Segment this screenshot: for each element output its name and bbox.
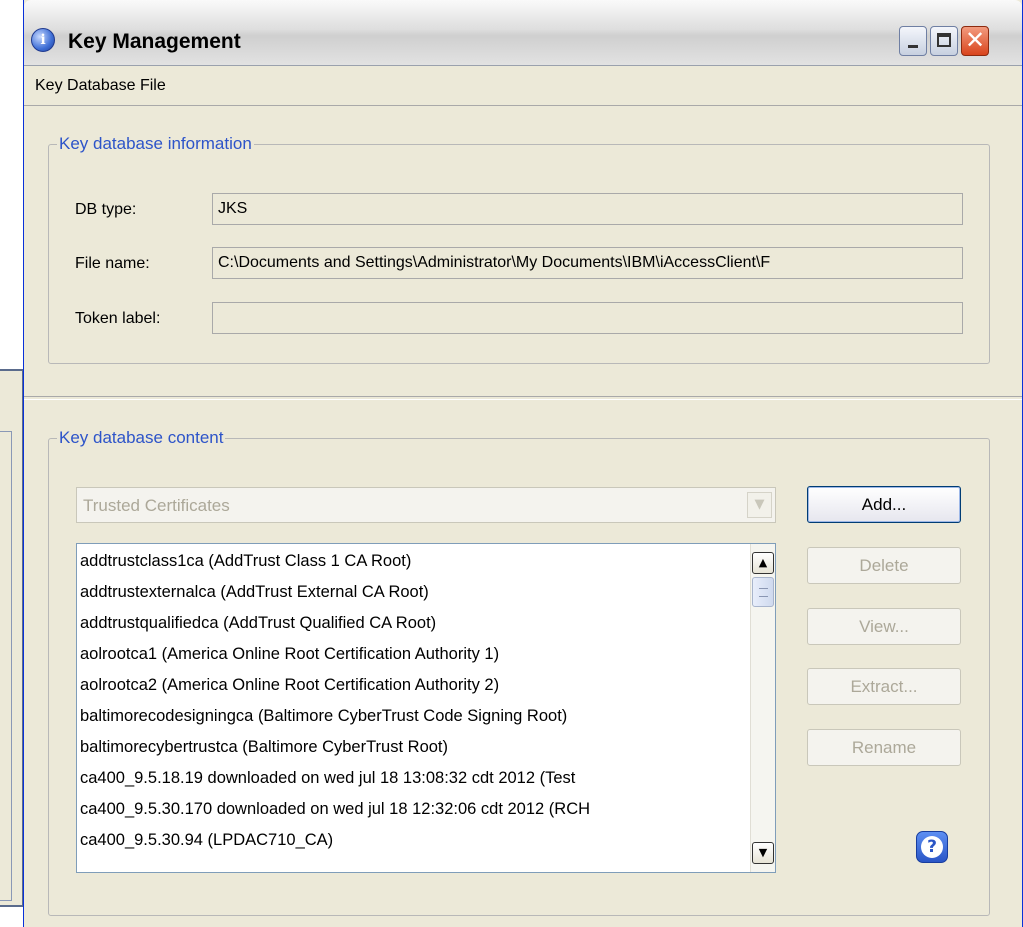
background-window-edge bbox=[0, 369, 24, 907]
rename-button[interactable]: Rename bbox=[807, 729, 961, 766]
list-item[interactable]: aolrootca2 (America Online Root Certific… bbox=[77, 670, 747, 701]
db-type-field: JKS bbox=[212, 193, 963, 225]
certificate-list-items: addtrustclass1ca (AddTrust Class 1 CA Ro… bbox=[77, 546, 747, 856]
list-item[interactable]: addtrustclass1ca (AddTrust Class 1 CA Ro… bbox=[77, 546, 747, 577]
file-name-label: File name: bbox=[75, 255, 150, 272]
select-value: Trusted Certificates bbox=[83, 496, 230, 515]
list-item[interactable]: ca400_9.5.30.170 downloaded on wed jul 1… bbox=[77, 794, 747, 825]
window-title: Key Management bbox=[68, 30, 241, 53]
close-button[interactable]: ✕ bbox=[961, 26, 989, 56]
divider bbox=[24, 396, 1022, 400]
db-type-label: DB type: bbox=[75, 201, 137, 218]
maximize-button[interactable] bbox=[930, 26, 958, 56]
key-management-window: i Key Management ✕ Key Database File Key… bbox=[23, 0, 1023, 927]
list-item[interactable]: aolrootca1 (America Online Root Certific… bbox=[77, 639, 747, 670]
scroll-up-icon[interactable]: ▲ bbox=[752, 552, 774, 574]
extract-button[interactable]: Extract... bbox=[807, 668, 961, 705]
delete-button[interactable]: Delete bbox=[807, 547, 961, 584]
minimize-button[interactable] bbox=[899, 26, 927, 56]
file-name-field: C:\Documents and Settings\Administrator\… bbox=[212, 247, 963, 279]
help-icon: ? bbox=[921, 836, 943, 858]
list-scrollbar[interactable]: ▲ ▼ bbox=[750, 544, 775, 872]
menu-bar: Key Database File bbox=[24, 66, 1022, 106]
token-label-field bbox=[212, 302, 963, 334]
group-legend: Key database information bbox=[59, 134, 252, 153]
list-item[interactable]: baltimorecodesigningca (Baltimore CyberT… bbox=[77, 701, 747, 732]
scroll-thumb[interactable] bbox=[752, 577, 774, 607]
title-bar[interactable]: i Key Management ✕ bbox=[24, 0, 1022, 66]
chevron-down-icon[interactable]: ▼ bbox=[747, 492, 772, 518]
scroll-down-icon[interactable]: ▼ bbox=[752, 842, 774, 864]
certificate-list[interactable]: addtrustclass1ca (AddTrust Class 1 CA Ro… bbox=[76, 543, 776, 873]
info-icon: i bbox=[31, 28, 55, 52]
token-label-label: Token label: bbox=[75, 310, 161, 327]
list-item[interactable]: addtrustqualifiedca (AddTrust Qualified … bbox=[77, 608, 747, 639]
add-button[interactable]: Add... bbox=[807, 486, 961, 523]
help-button[interactable]: ? bbox=[916, 831, 948, 863]
menu-key-database-file[interactable]: Key Database File bbox=[35, 77, 166, 95]
list-item[interactable]: baltimorecybertrustca (Baltimore CyberTr… bbox=[77, 732, 747, 763]
certificate-type-select[interactable]: Trusted Certificates ▼ bbox=[76, 487, 776, 523]
list-item[interactable]: addtrustexternalca (AddTrust External CA… bbox=[77, 577, 747, 608]
list-item[interactable]: ca400_9.5.30.94 (LPDAC710_CA) bbox=[77, 825, 747, 856]
view-button[interactable]: View... bbox=[807, 608, 961, 645]
list-item[interactable]: ca400_9.5.18.19 downloaded on wed jul 18… bbox=[77, 763, 747, 794]
group-legend: Key database content bbox=[59, 428, 224, 447]
